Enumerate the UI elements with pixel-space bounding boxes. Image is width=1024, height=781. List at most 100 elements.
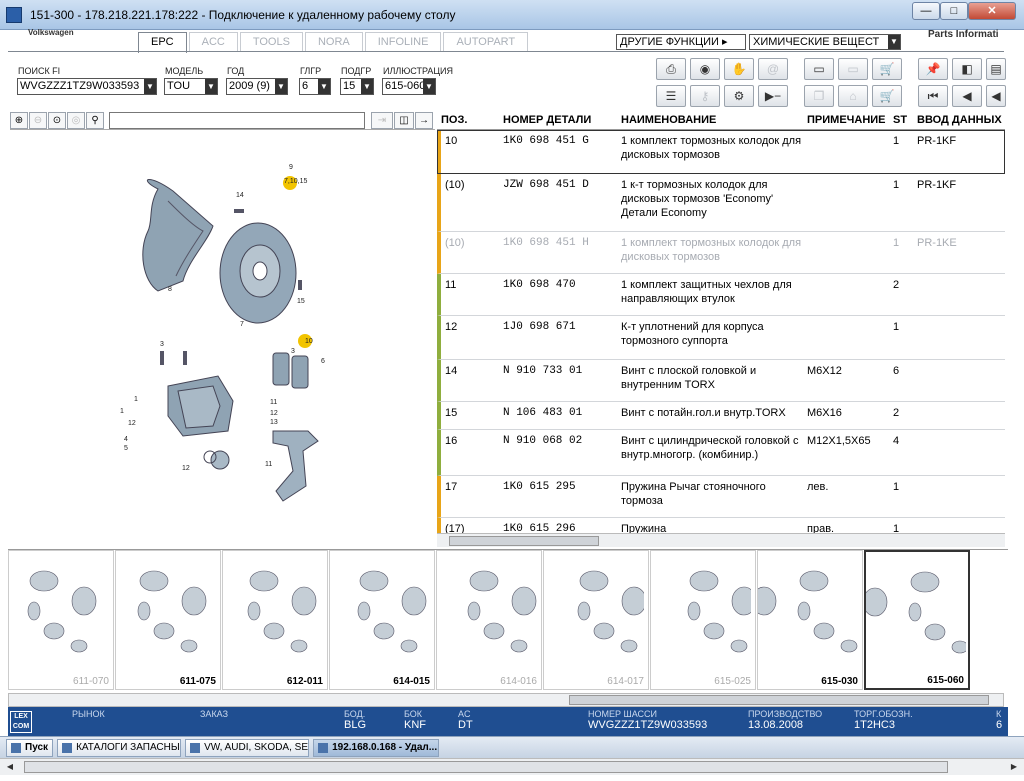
other-functions-menu[interactable]: ДРУГИЕ ФУНКЦИИ ▸ (616, 34, 746, 50)
header-remark[interactable]: ПРИМЕЧАНИЕ (805, 111, 891, 129)
callout-number[interactable]: 14 (236, 192, 244, 199)
callout-number[interactable]: 9 (289, 164, 293, 171)
elsa-button[interactable]: ▭ (804, 58, 834, 80)
header-st[interactable]: ST (891, 111, 915, 129)
chevron-down-icon[interactable]: ▼ (318, 79, 330, 94)
illustration-thumbnail[interactable]: 615-025 (650, 550, 757, 690)
callout-number[interactable]: 12 (128, 420, 136, 427)
taskbar-item-catalogs[interactable]: КАТАЛОГИ ЗАПАСНЫХ ... (57, 738, 182, 757)
vin-search-field[interactable]: WVGZZZ1TZ9W033593 ▼ (17, 78, 157, 95)
illustration-thumbnail[interactable]: 615-030 (751, 550, 863, 690)
callout-number[interactable]: 12 (270, 410, 278, 417)
table-row[interactable]: 10 1K0 698 451 G 1 комплект тормозных коло… (437, 130, 1005, 174)
zoom-in-button[interactable]: ⊕ (10, 111, 28, 129)
taskbar-item-remote[interactable]: 192.168.0.168 - Удал... (313, 738, 440, 757)
brake-shield-part[interactable] (142, 178, 214, 292)
expand-button[interactable]: → (415, 111, 433, 129)
callout-number[interactable]: 7 (240, 321, 244, 328)
callout-number[interactable]: 4 (124, 436, 128, 443)
disk-button[interactable]: ◉ (690, 58, 720, 80)
split-view-button[interactable]: ⇥ (371, 111, 393, 129)
callout-number[interactable]: 1 (134, 396, 138, 403)
chevron-down-icon[interactable]: ▼ (144, 79, 156, 94)
zoom-out-button[interactable]: ⊖ (29, 111, 47, 129)
header-name[interactable]: НАИМЕНОВАНИЕ (619, 111, 805, 129)
print-button[interactable]: ⎙ (656, 58, 686, 80)
grid-scroll-thumb[interactable] (449, 536, 599, 546)
next-page-button[interactable]: ◀ (986, 85, 1006, 107)
tag-button[interactable]: ⌂ (838, 85, 868, 107)
subgroup-select[interactable]: 15 ▼ (340, 78, 374, 95)
chevron-down-icon[interactable]: ▼ (361, 79, 373, 94)
illustration-thumbnail[interactable]: 614-016 (436, 550, 542, 690)
illustration-select[interactable]: 615-060 ▼ (382, 78, 436, 95)
first-page-button[interactable]: ⏮ (918, 85, 948, 107)
table-row[interactable]: 16 N 910 068 02 Винт с цилиндрической голо… (437, 430, 1005, 476)
tab-infoline[interactable]: INFOLINE (364, 32, 442, 51)
taskbar-item-vw[interactable]: VW, AUDI, SKODA, SEAT (185, 738, 310, 757)
key-button[interactable]: ⚷ (690, 85, 720, 107)
table-row[interactable]: 17 1K0 615 295 Пружина Рычаг стояночного т… (437, 476, 1005, 518)
remote-scroll-thumb[interactable] (24, 761, 948, 773)
chevron-down-icon[interactable]: ▼ (275, 79, 287, 94)
illustration-thumbnail[interactable]: 615-060 (862, 550, 970, 690)
play-button[interactable]: ▶− (758, 85, 788, 107)
bicycle-button[interactable]: ⚙ (724, 85, 754, 107)
callout-number[interactable]: 6 (321, 358, 325, 365)
header-pos[interactable]: ПОЗ. (437, 111, 501, 129)
chevron-down-icon[interactable]: ▼ (205, 79, 217, 94)
depot-button[interactable]: ▭ (838, 58, 868, 80)
tab-acc[interactable]: ACC (188, 32, 238, 51)
copy-button[interactable]: ❐ (804, 85, 834, 107)
page-forward-button[interactable]: ▤ (986, 58, 1006, 80)
illustration-thumbnail[interactable]: 611-070 (8, 550, 114, 690)
illustration-thumbnail[interactable]: 614-015 (329, 550, 435, 690)
minimize-button[interactable]: — (912, 2, 940, 20)
table-row[interactable]: 12 1J0 698 671 К-т уплотнений для корпуса … (437, 316, 1005, 360)
at-button[interactable]: @ (758, 58, 788, 80)
callout-number[interactable]: 1 (120, 408, 124, 415)
zoom-reset-button[interactable]: ◎ (67, 111, 85, 129)
thumbnail-scroll-thumb[interactable] (569, 695, 989, 705)
header-part-number[interactable]: НОМЕР ДЕТАЛИ (501, 111, 619, 129)
brake-pads-part[interactable] (272, 352, 309, 389)
tab-autopart[interactable]: AUTOPART (443, 32, 529, 51)
callout-number[interactable]: 11 (265, 461, 272, 468)
model-select[interactable]: TOU ▼ (164, 78, 218, 95)
search-button[interactable]: ⚲ (86, 111, 104, 129)
pin-button[interactable]: 📌 (918, 58, 948, 80)
thumbnail-scrollbar[interactable] (8, 693, 1004, 707)
page-back-button[interactable]: ◧ (952, 58, 982, 80)
callout-number[interactable]: 11 (270, 399, 277, 406)
callout-number[interactable]: 5 (124, 445, 128, 452)
illustration-thumbnail[interactable]: 614-017 (543, 550, 649, 690)
callout-number[interactable]: 8 (168, 286, 172, 293)
remote-window-scrollbar[interactable]: ◀ ▶ (0, 758, 1024, 775)
callout-number[interactable]: 7,10,15 (284, 178, 307, 185)
table-row[interactable]: (10) JZW 698 451 D 1 к-т тормозных колодок… (437, 174, 1005, 232)
scroll-right-icon[interactable]: ▶ (1006, 760, 1022, 774)
tab-nora[interactable]: NORA (304, 32, 363, 51)
callout-number[interactable]: 3 (291, 348, 295, 355)
layout-button[interactable]: ◫ (394, 111, 414, 129)
previous-page-button[interactable]: ◀ (952, 85, 982, 107)
year-select[interactable]: 2009 (9) ▼ (226, 78, 288, 95)
grid-horizontal-scrollbar[interactable] (437, 533, 1005, 547)
brake-disc-part[interactable] (219, 222, 297, 324)
table-row[interactable]: 14 N 910 733 01 Винт с плоской головкой и … (437, 360, 1005, 402)
callout-number[interactable]: 3 (160, 341, 164, 348)
chevron-down-icon[interactable]: ▼ (423, 79, 435, 94)
zoom-fit-button[interactable]: ⊙ (48, 111, 66, 129)
callout-number[interactable]: 10 (305, 338, 313, 345)
scroll-left-icon[interactable]: ◀ (2, 760, 18, 774)
maingroup-select[interactable]: 6 ▼ (299, 78, 331, 95)
caliper-part[interactable] (167, 375, 234, 437)
tab-epc[interactable]: EPC (138, 32, 187, 53)
illustration-search-input[interactable] (109, 111, 365, 129)
tab-tools[interactable]: TOOLS (239, 32, 303, 51)
chemicals-select[interactable]: ХИМИЧЕСКИЕ ВЕЩЕСТ ▼ (749, 34, 901, 50)
illustration-thumbnail[interactable]: 612-011 (222, 550, 328, 690)
handshake-button[interactable]: ✋ (724, 58, 754, 80)
callout-number[interactable]: 15 (297, 298, 305, 305)
maximize-button[interactable]: □ (940, 2, 968, 20)
